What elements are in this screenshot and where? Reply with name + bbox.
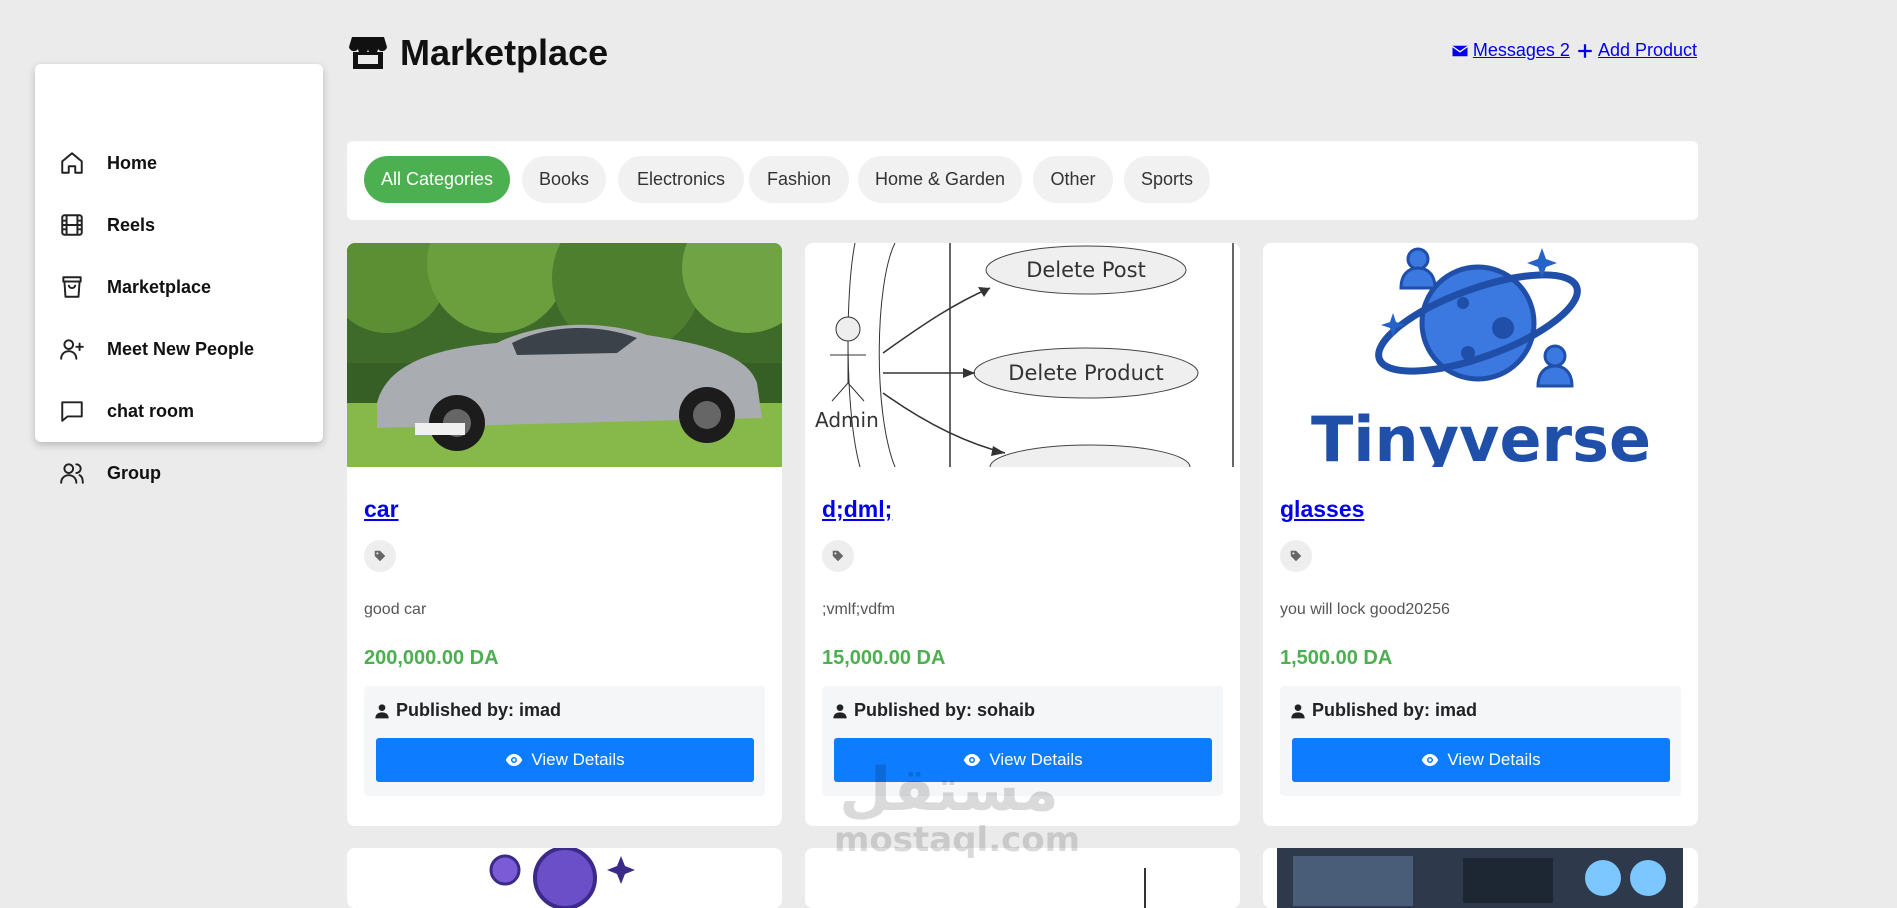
add-product-link[interactable]: Add Product: [1576, 40, 1697, 61]
product-card: [347, 848, 782, 908]
view-details-button[interactable]: View Details: [834, 738, 1212, 782]
sidebar-item-group[interactable]: Group: [35, 448, 323, 498]
product-price: 1,500.00 DA: [1280, 647, 1393, 669]
messages-link[interactable]: Messages 2: [1451, 40, 1570, 61]
store-icon: [349, 37, 387, 69]
publisher-box: Published by: sohaib View Details: [822, 686, 1223, 796]
header-links: Messages 2 Add Product: [1451, 40, 1697, 61]
logo-partial-image: [347, 848, 782, 908]
view-details-button[interactable]: View Details: [1292, 738, 1670, 782]
product-card: car good car 200,000.00 DA Published by:…: [347, 243, 782, 826]
tinyverse-logo-image: Tinyverse: [1263, 243, 1698, 467]
car-photo: [347, 243, 782, 467]
user-icon: [375, 703, 389, 718]
diagram-partial-image: [805, 848, 1240, 908]
product-image-car[interactable]: [347, 243, 782, 467]
add-product-label: Add Product: [1597, 40, 1697, 60]
users-icon: [60, 463, 84, 484]
product-card: Tinyverse glasses you will lock good2025…: [1263, 243, 1698, 826]
diagram-actor-label: Admin: [815, 408, 879, 432]
publisher-label: Published by: imad: [1312, 700, 1478, 720]
diagram-use-case-1: Delete Post: [1026, 258, 1146, 282]
publisher-info: Published by: sohaib: [832, 700, 1035, 721]
sidebar-item-label: Home: [107, 152, 158, 173]
category-filter-bar: All Categories Books Electronics Fashion…: [347, 141, 1698, 220]
publisher-box: Published by: imad View Details: [364, 686, 765, 796]
tag-icon: [1290, 550, 1302, 562]
category-sports[interactable]: Sports: [1124, 156, 1210, 203]
tinyverse-logo-text: Tinyverse: [1311, 403, 1651, 467]
product-description: you will lock good20256: [1280, 601, 1450, 618]
sidebar-item-label: Group: [107, 462, 161, 483]
sidebar-item-home[interactable]: Home: [35, 138, 323, 188]
envelope-icon: [1451, 45, 1468, 56]
product-price: 200,000.00 DA: [364, 647, 499, 669]
product-image[interactable]: [805, 848, 1240, 908]
home-icon: [61, 152, 83, 174]
sidebar: Home Reels Marketplace Meet New People c…: [35, 64, 323, 484]
sidebar-item-label: Meet New People: [107, 338, 255, 359]
tag-icon: [832, 550, 844, 562]
film-icon: [61, 214, 83, 236]
tag-icon: [374, 550, 386, 562]
product-card: [805, 848, 1240, 908]
category-tag: [822, 540, 854, 572]
diagram-use-case-2: Delete Product: [1008, 361, 1163, 385]
product-image-diagram[interactable]: Admin Delete Post Delete Product: [805, 243, 1240, 467]
sidebar-item-label: Reels: [107, 214, 156, 235]
publisher-info: Published by: imad: [1290, 700, 1477, 721]
category-tag: [364, 540, 396, 572]
electronics-partial-image: [1263, 848, 1698, 908]
messages-label: Messages 2: [1472, 40, 1570, 60]
product-price: 15,000.00 DA: [822, 647, 946, 669]
use-case-diagram-image: Admin Delete Post Delete Product: [805, 243, 1240, 467]
sidebar-item-reels[interactable]: Reels: [35, 200, 323, 250]
category-other[interactable]: Other: [1033, 156, 1113, 203]
page-title-text: Marketplace: [400, 32, 609, 73]
sidebar-item-marketplace[interactable]: Marketplace: [35, 262, 323, 312]
category-books[interactable]: Books: [522, 156, 606, 203]
product-card: Admin Delete Post Delete Product d;dml; …: [805, 243, 1240, 826]
sidebar-item-meet-new-people[interactable]: Meet New People: [35, 324, 323, 374]
eye-icon: [1422, 754, 1439, 766]
product-description: ;vmlf;vdfm: [822, 601, 895, 618]
publisher-box: Published by: imad View Details: [1280, 686, 1681, 796]
view-details-label: View Details: [531, 750, 625, 769]
user-icon: [1291, 703, 1305, 718]
publisher-label: Published by: imad: [396, 700, 562, 720]
sidebar-item-chat-room[interactable]: chat room: [35, 386, 323, 436]
product-title[interactable]: glasses: [1280, 496, 1364, 523]
product-image[interactable]: [347, 848, 782, 908]
view-details-label: View Details: [1447, 750, 1541, 769]
sidebar-item-label: Marketplace: [107, 276, 212, 297]
publisher-info: Published by: imad: [374, 700, 561, 721]
product-image[interactable]: [1263, 848, 1698, 908]
user-icon: [833, 703, 847, 718]
product-title[interactable]: car: [364, 496, 399, 523]
category-electronics[interactable]: Electronics: [618, 156, 744, 203]
user-plus-icon: [60, 339, 84, 360]
product-title[interactable]: d;dml;: [822, 496, 892, 523]
product-image-logo[interactable]: Tinyverse: [1263, 243, 1698, 467]
product-description: good car: [364, 601, 427, 618]
category-tag: [1280, 540, 1312, 572]
page-title: Marketplace: [348, 28, 608, 78]
category-fashion[interactable]: Fashion: [749, 156, 849, 203]
sidebar-item-label: chat room: [107, 400, 195, 421]
plus-icon: [1578, 43, 1592, 58]
category-all-categories[interactable]: All Categories: [364, 156, 510, 203]
eye-icon: [964, 754, 981, 766]
view-details-label: View Details: [989, 750, 1083, 769]
eye-icon: [506, 754, 523, 766]
publisher-label: Published by: sohaib: [854, 700, 1036, 720]
view-details-button[interactable]: View Details: [376, 738, 754, 782]
chat-bubble-icon: [61, 401, 83, 422]
category-home-garden[interactable]: Home & Garden: [858, 156, 1022, 203]
shopping-bag-icon: [62, 276, 82, 298]
product-card: [1263, 848, 1698, 908]
